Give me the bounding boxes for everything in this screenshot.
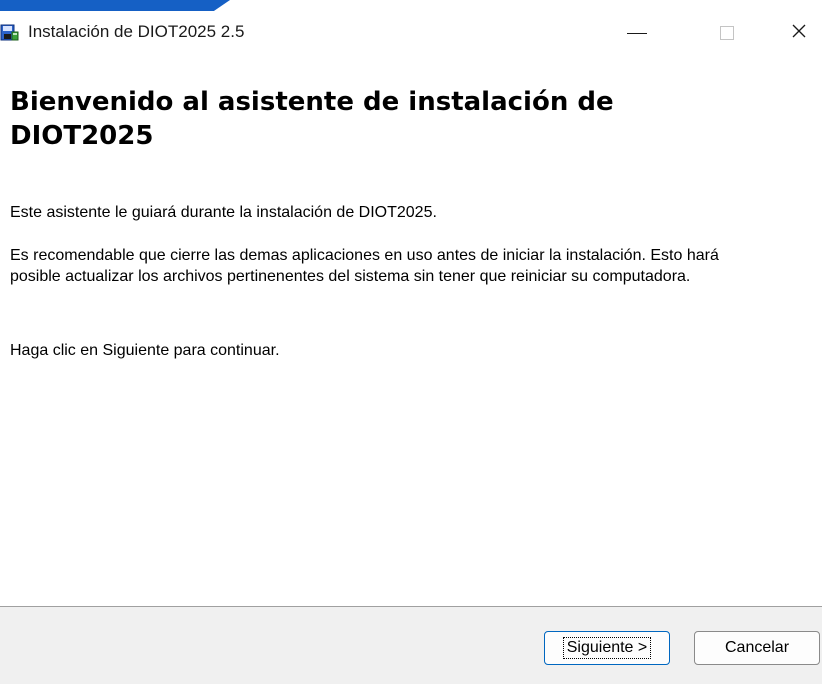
welcome-heading: Bienvenido al asistente de instalación d… bbox=[10, 87, 614, 151]
title-bar[interactable]: Instalación de DIOT2025 2.5 bbox=[0, 11, 822, 55]
maximize-button[interactable] bbox=[704, 11, 750, 55]
wizard-content: Bienvenido al asistente de instalación d… bbox=[0, 55, 822, 607]
minimize-button[interactable] bbox=[614, 11, 660, 55]
recommendation-paragraph: Es recomendable que cierre las demas apl… bbox=[10, 247, 719, 285]
close-icon bbox=[791, 23, 807, 44]
maximize-icon bbox=[720, 26, 734, 40]
intro-paragraph: Este asistente le guiará durante la inst… bbox=[10, 204, 437, 221]
minimize-icon bbox=[627, 32, 647, 34]
cancel-button[interactable]: Cancelar bbox=[694, 631, 820, 665]
continue-paragraph: Haga clic en Siguiente para continuar. bbox=[10, 342, 280, 359]
wizard-footer: Siguiente > Cancelar bbox=[0, 607, 822, 684]
taskbar-accent bbox=[0, 0, 230, 11]
next-button-label: Siguiente > bbox=[562, 637, 652, 659]
window-title: Instalación de DIOT2025 2.5 bbox=[28, 22, 245, 41]
next-button[interactable]: Siguiente > bbox=[544, 631, 670, 665]
installer-icon bbox=[0, 23, 20, 43]
close-button[interactable] bbox=[776, 11, 822, 55]
installer-window: Instalación de DIOT2025 2.5 Bienvenido a… bbox=[0, 0, 822, 684]
